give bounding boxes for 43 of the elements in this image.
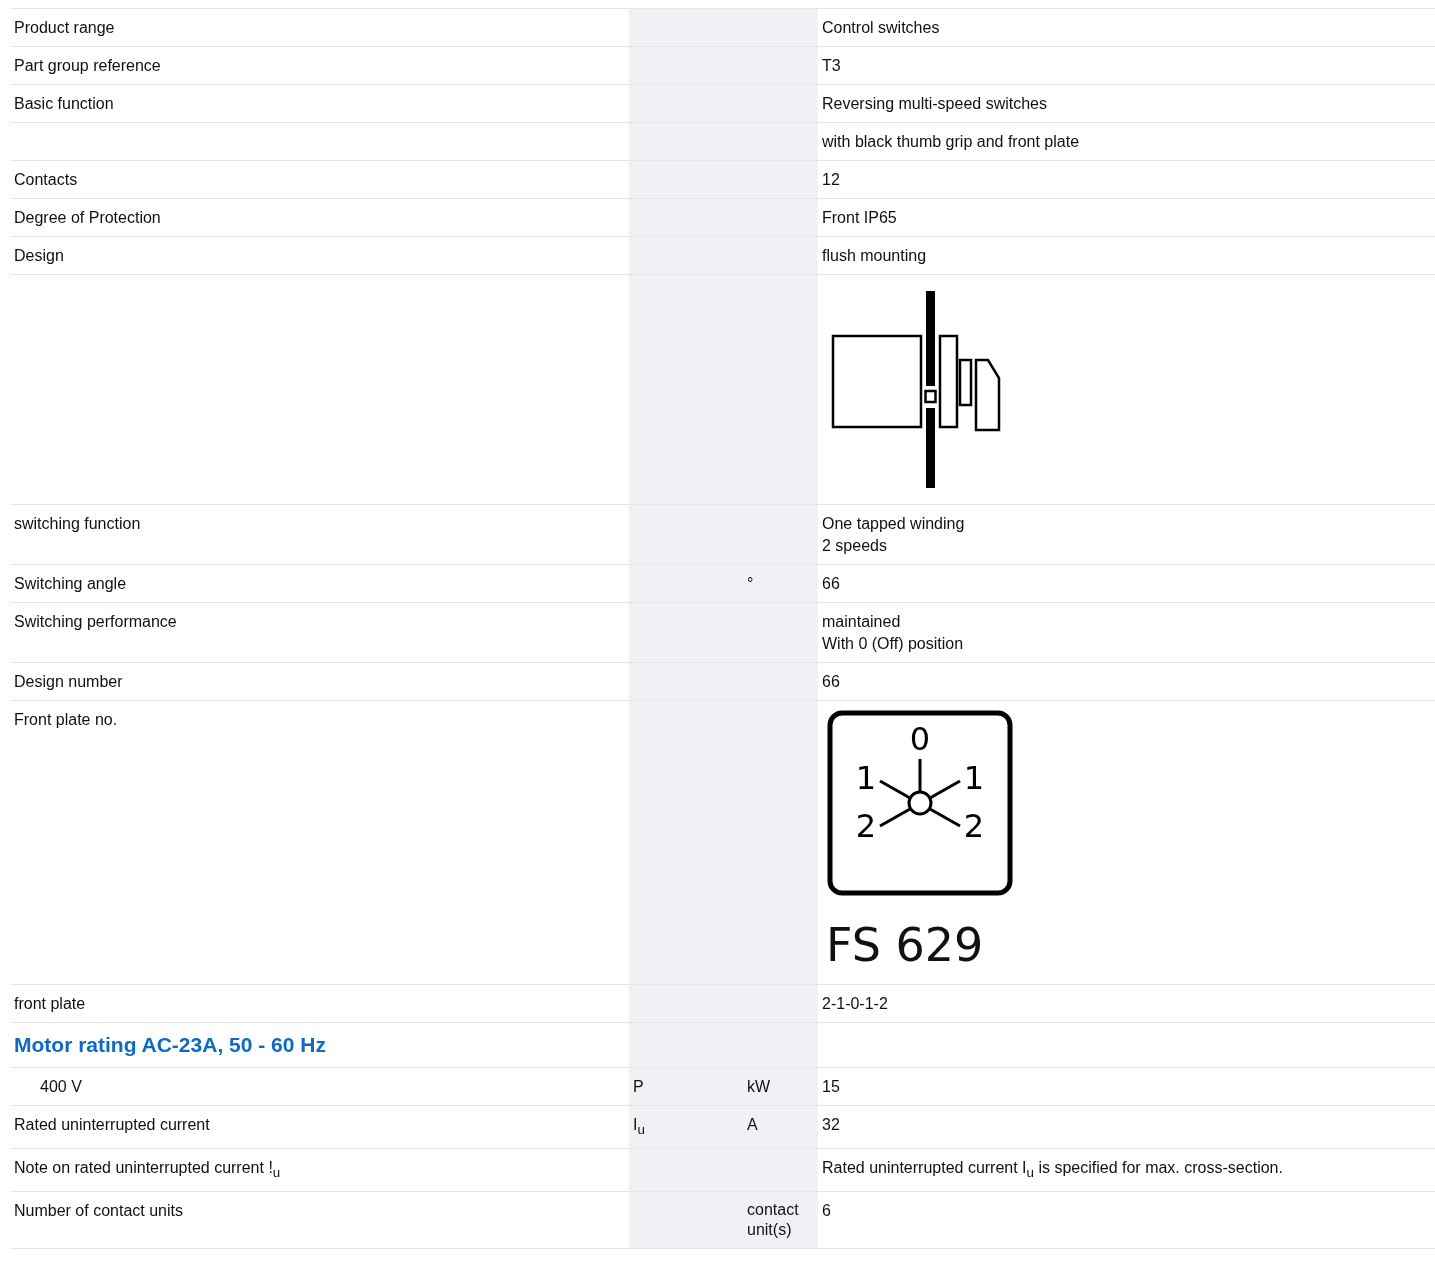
property-label: Switching angle [14,574,127,594]
property-label: Design [14,246,64,266]
property-label: Contacts [14,170,78,190]
property-label: Note on rated uninterrupted current !$_{u}$ [14,1158,281,1183]
property-value: 6 [822,1201,831,1222]
property-value: Rated uninterrupted current I$_{u}$ is specified for max. cross-section. [822,1158,1283,1183]
property-value: 2-1-0-1-2 [822,994,888,1014]
property-label: 400 V [39,1077,82,1097]
property-value: flush mounting [822,246,927,266]
property-value: with black thumb grip and front plate [822,132,1080,152]
property-value: Control switches [822,18,940,38]
property-value: T3 [822,56,841,76]
unit-text: kW [747,1077,772,1097]
property-value: With 0 (Off) position [822,634,964,654]
property-value: Reversing multi-speed switches [822,94,1047,114]
front-plate-dial-drawing: 0 1 1 2 2 [826,709,1014,897]
property-value: 66 [822,672,840,692]
property-value: One tapped winding [822,514,965,534]
property-value: 32 [822,1115,840,1135]
unit-text: ° [747,574,755,594]
property-value: 15 [822,1077,840,1097]
property-value: 66 [822,574,840,594]
unit-text: A [747,1115,759,1135]
property-label: Rated uninterrupted current [14,1115,210,1135]
property-value: 2 speeds [822,536,887,556]
property-label: Design number [14,672,123,692]
property-value: Front IP65 [822,208,897,228]
property-label: switching function [14,514,141,534]
front-plate-code: FS 629 [826,919,984,971]
property-label: Basic function [14,94,114,114]
property-label: Number of contact units [14,1201,183,1222]
symbol-text: P [633,1077,644,1097]
unit-text: contact unit(s) [747,1200,800,1241]
property-label: front plate [14,994,86,1014]
symbol-text: I$_{u}$ [633,1115,645,1140]
section-heading: Motor rating AC-23A, 50 - 60 Hz [14,1032,326,1058]
property-label: Part group reference [14,56,161,76]
property-value: maintained [822,612,901,632]
property-value: 12 [822,170,840,190]
property-label: Front plate no. [14,710,118,730]
property-label: Degree of Protection [14,208,161,228]
property-label: Product range [14,18,115,38]
property-label: Switching performance [14,612,177,632]
